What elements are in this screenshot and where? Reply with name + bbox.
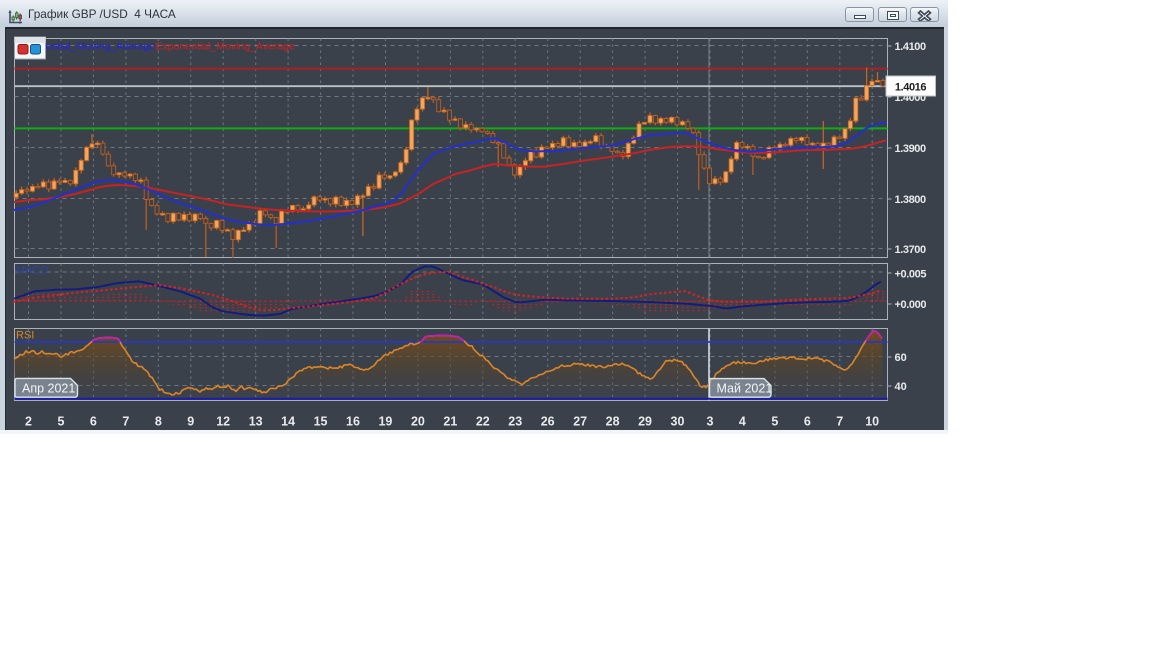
svg-text:30: 30	[671, 414, 685, 428]
svg-text:5: 5	[771, 414, 778, 428]
svg-text:6: 6	[90, 414, 97, 428]
svg-text:20: 20	[411, 414, 425, 428]
svg-text:7: 7	[836, 414, 843, 428]
svg-text:29: 29	[638, 414, 652, 428]
svg-text:60: 60	[895, 352, 907, 364]
svg-text:RSI: RSI	[16, 330, 34, 342]
svg-text:12: 12	[216, 414, 230, 428]
svg-text:Апр 2021: Апр 2021	[22, 382, 75, 396]
svg-text:15: 15	[314, 414, 328, 428]
svg-text:40: 40	[895, 381, 907, 393]
svg-text:4: 4	[739, 414, 746, 428]
svg-text:16: 16	[346, 414, 360, 428]
svg-text:1.4016: 1.4016	[895, 81, 927, 93]
svg-text:2: 2	[25, 414, 32, 428]
svg-text:13: 13	[249, 414, 263, 428]
svg-text:14: 14	[281, 414, 295, 428]
svg-text:5: 5	[57, 414, 64, 428]
svg-text:1.3800: 1.3800	[895, 194, 927, 206]
svg-text:28: 28	[606, 414, 620, 428]
svg-text:-: -	[151, 41, 155, 53]
svg-text:3: 3	[706, 414, 713, 428]
svg-text:ential_Moving_Average: ential_Moving_Average	[46, 41, 156, 53]
svg-text:8: 8	[155, 414, 162, 428]
svg-text:1.4100: 1.4100	[895, 41, 927, 53]
svg-text:7: 7	[122, 414, 129, 428]
svg-text:1.3700: 1.3700	[895, 244, 927, 256]
svg-text:6: 6	[804, 414, 811, 428]
svg-text:19: 19	[378, 414, 392, 428]
svg-text:Exponential_Moving_Average: Exponential_Moving_Average	[156, 41, 295, 53]
svg-text:+0.005: +0.005	[895, 268, 927, 280]
svg-text:MACD: MACD	[16, 265, 48, 277]
svg-text:22: 22	[476, 414, 490, 428]
svg-text:10: 10	[865, 414, 879, 428]
svg-text:1.3900: 1.3900	[895, 143, 927, 155]
svg-text:+0.000: +0.000	[895, 299, 927, 311]
svg-text:9: 9	[187, 414, 194, 428]
svg-text:23: 23	[508, 414, 522, 428]
svg-text:26: 26	[541, 414, 555, 428]
svg-text:27: 27	[573, 414, 587, 428]
svg-text:21: 21	[443, 414, 457, 428]
svg-text:Май 2021: Май 2021	[717, 382, 773, 396]
svg-text:-: -	[289, 41, 293, 53]
